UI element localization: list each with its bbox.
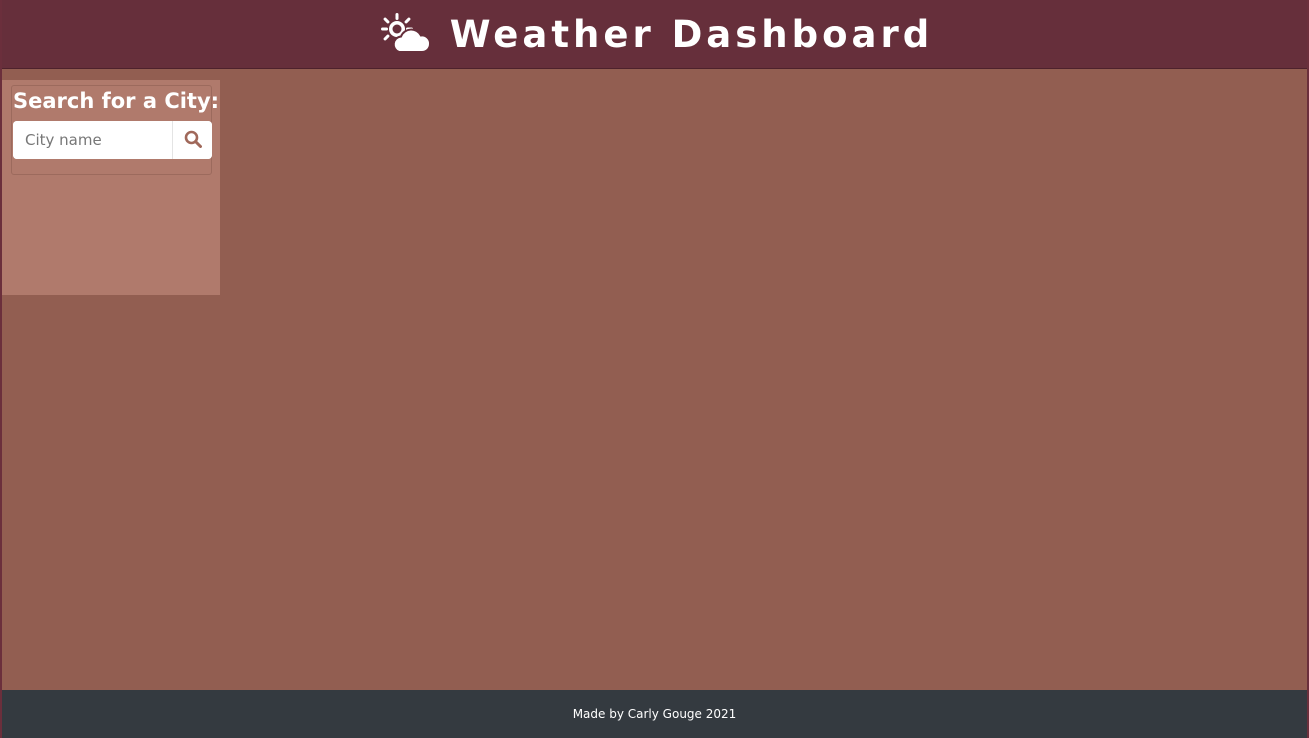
footer-credit: Made by Carly Gouge 2021 <box>572 707 737 721</box>
page-footer: Made by Carly Gouge 2021 <box>2 690 1307 738</box>
search-heading: Search for a City: <box>13 89 220 113</box>
search-card: Search for a City: <box>11 85 219 175</box>
sun-cloud-icon <box>380 12 432 56</box>
page-header: Weather Dashboard <box>2 0 1307 69</box>
page-title: Weather Dashboard <box>449 12 934 56</box>
sidebar: Search for a City: <box>2 80 220 295</box>
search-button[interactable] <box>172 121 212 159</box>
city-search-input[interactable] <box>13 121 172 159</box>
header-brand: Weather Dashboard <box>380 12 933 56</box>
search-icon <box>184 130 202 151</box>
search-input-group <box>13 121 212 159</box>
